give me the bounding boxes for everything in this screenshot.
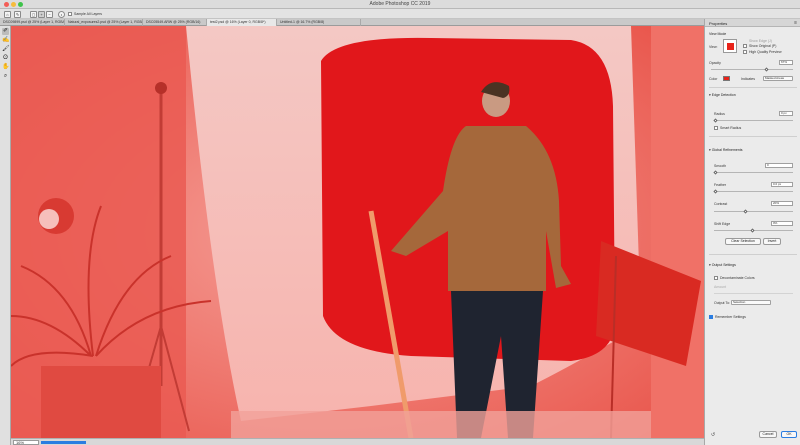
- cancel-button[interactable]: Cancel: [759, 431, 777, 438]
- divider: [709, 136, 797, 137]
- smooth-slider-track[interactable]: [714, 172, 793, 173]
- edge-detection-header-label: Edge Detection: [711, 93, 736, 97]
- app-title: Adobe Photoshop CC 2019: [369, 1, 431, 7]
- decontaminate-colors-checkbox[interactable]: [714, 276, 718, 280]
- smart-radius-label: Smart Radius: [720, 126, 742, 130]
- brush-icon[interactable]: 🖌: [2, 46, 10, 53]
- document-tab[interactable]: Untitled-1 @ 16.7% (RGB/8): [277, 19, 361, 26]
- feather-label: Feather: [714, 183, 727, 187]
- shift-edge-field[interactable]: 0%: [771, 221, 793, 226]
- brush-size-icon[interactable]: •: [58, 11, 65, 18]
- quick-selection-tool-preset-icon[interactable]: ✎: [14, 11, 21, 18]
- status-bar: 16%: [11, 438, 704, 445]
- document-tab[interactable]: DSC09899.psd @ 25% (Layer 1, RGB/8*): [0, 19, 65, 26]
- amount-slider-track: [714, 293, 793, 294]
- remember-settings-label: Remember Settings: [715, 315, 746, 319]
- smooth-label: Smooth: [714, 164, 727, 168]
- contrast-slider-track[interactable]: [714, 211, 793, 212]
- indicates-label: Indicates: [741, 77, 756, 81]
- document-tab[interactable]: Natural_exposures2.psd @ 25% (Layer 1, R…: [65, 19, 143, 26]
- shift-edge-label: Shift Edge: [714, 222, 731, 226]
- show-edge-label: Show Edge (J): [749, 39, 772, 43]
- show-original-checkbox[interactable]: [743, 44, 747, 48]
- document-canvas[interactable]: [11, 26, 704, 438]
- refine-edge-brush-icon[interactable]: ✍: [2, 37, 9, 44]
- add-to-selection-icon[interactable]: +: [38, 11, 45, 18]
- divider: [709, 87, 797, 88]
- hand-icon[interactable]: ✋: [2, 64, 9, 71]
- quick-selection-brush-icon[interactable]: ✐: [2, 28, 9, 35]
- toolbar: ✐ ✍ 🖌 ʘ ✋ ⌕: [0, 26, 11, 445]
- color-label: Color: [709, 77, 718, 81]
- radius-label: Radius: [714, 112, 725, 116]
- properties-panel: Properties ≡ View Mode View: Show Edge (…: [704, 19, 800, 445]
- mask-color-swatch[interactable]: [723, 76, 730, 81]
- radius-field[interactable]: 0 px: [779, 111, 793, 116]
- status-progress-bar: [41, 441, 86, 444]
- options-bar: ⌂ ✎ ◻ + − • Sample All Layers: [0, 9, 800, 19]
- divider: [709, 254, 797, 255]
- document-tab[interactable]: test2.psd @ 16% (Layer 0, RGB/8*): [207, 19, 277, 26]
- zoom-icon[interactable]: ⌕: [2, 73, 9, 80]
- opacity-slider-thumb[interactable]: [763, 67, 769, 72]
- document-tab-bar: DSC09899.psd @ 25% (Layer 1, RGB/8*) Natu…: [0, 19, 704, 26]
- high-quality-preview-label: High Quality Preview: [749, 50, 782, 54]
- smooth-slider-thumb[interactable]: [713, 170, 718, 175]
- remember-settings-checkbox[interactable]: [709, 315, 713, 319]
- document-tab[interactable]: DSC05549.ARW @ 25% (RGB/16): [143, 19, 207, 26]
- sample-all-layers-label: Sample All Layers: [74, 12, 103, 16]
- decontaminate-colors-label: Decontaminate Colors: [720, 276, 755, 280]
- properties-panel-header: Properties ≡: [705, 19, 800, 27]
- opacity-slider-track[interactable]: [711, 69, 793, 70]
- contrast-label: Contrast: [714, 202, 728, 206]
- global-refinements-header-label: Global Refinements: [711, 148, 743, 152]
- home-icon[interactable]: ⌂: [4, 11, 11, 18]
- high-quality-preview-checkbox[interactable]: [743, 50, 747, 54]
- edge-detection-header[interactable]: ▾ Edge Detection: [709, 93, 736, 97]
- subtract-from-selection-icon[interactable]: −: [46, 11, 53, 18]
- radius-slider-thumb[interactable]: [713, 118, 718, 123]
- feather-slider-track[interactable]: [714, 191, 793, 192]
- show-original-label: Show Original (P): [749, 44, 777, 48]
- feather-field[interactable]: 0.0 px: [771, 182, 793, 187]
- amount-label: Amount: [714, 285, 727, 289]
- title-bar: Adobe Photoshop CC 2019: [0, 0, 800, 9]
- feather-slider-thumb[interactable]: [713, 189, 718, 194]
- contrast-field[interactable]: 20%: [771, 201, 793, 206]
- opacity-field[interactable]: 67%: [779, 60, 793, 65]
- view-mode-header: View Mode: [709, 32, 727, 36]
- sample-all-layers-checkbox[interactable]: [68, 12, 72, 16]
- zoom-level-field[interactable]: 16%: [13, 440, 39, 445]
- opacity-label: Opacity: [709, 61, 721, 65]
- shift-edge-slider-thumb[interactable]: [750, 228, 755, 233]
- radius-slider-track[interactable]: [714, 120, 793, 121]
- smart-radius-checkbox[interactable]: [714, 126, 718, 130]
- masked-photo: [11, 26, 704, 438]
- smooth-field[interactable]: 0: [765, 163, 793, 168]
- global-refinements-header[interactable]: ▾ Global Refinements: [709, 148, 742, 152]
- panel-menu-icon[interactable]: ≡: [794, 20, 797, 26]
- view-label: View:: [709, 45, 718, 49]
- clear-selection-button[interactable]: Clear Selection: [725, 238, 761, 245]
- new-selection-icon[interactable]: ◻: [30, 11, 37, 18]
- invert-button[interactable]: Invert: [763, 238, 781, 245]
- ok-button[interactable]: OK: [781, 431, 797, 438]
- view-mode-thumbnail-swatch: [727, 43, 734, 50]
- contrast-slider-thumb[interactable]: [743, 209, 748, 214]
- panel-title: Properties: [709, 21, 728, 26]
- output-to-select[interactable]: Selection: [731, 300, 771, 305]
- view-mode-thumbnail[interactable]: [723, 39, 737, 53]
- output-to-label: Output To:: [714, 301, 731, 305]
- output-settings-header[interactable]: ▾ Output Settings: [709, 263, 736, 267]
- indicates-select[interactable]: Masked Areas: [763, 76, 793, 81]
- lasso-icon[interactable]: ʘ: [2, 55, 9, 62]
- reset-icon[interactable]: ↺: [711, 432, 715, 438]
- output-settings-header-label: Output Settings: [711, 263, 736, 267]
